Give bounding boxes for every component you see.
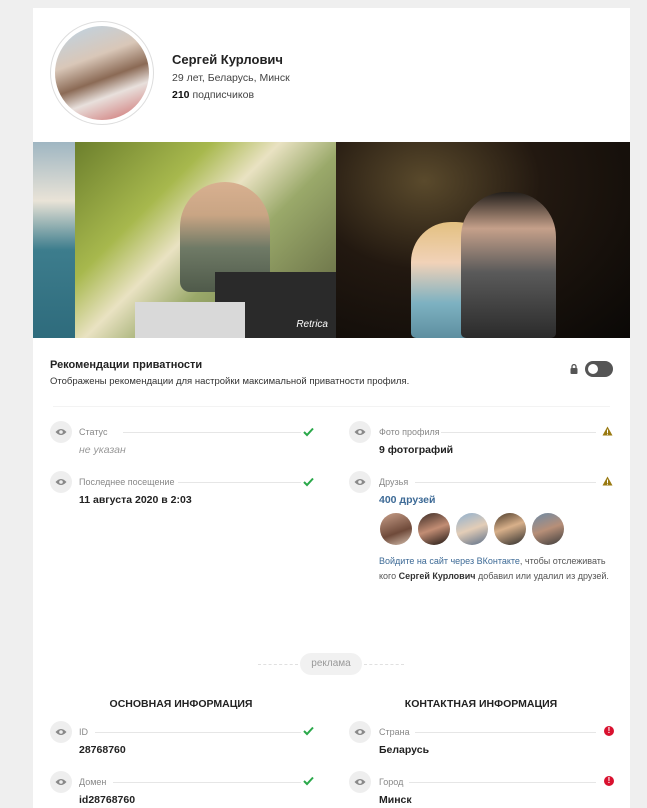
friends-tracking-note: Войдите на сайт через ВКонтакте, чтобы о… bbox=[379, 556, 609, 581]
error-icon: ! bbox=[604, 776, 614, 786]
field-value-country: Беларусь bbox=[379, 744, 430, 756]
avatar-photo bbox=[55, 26, 149, 120]
friend-avatar[interactable] bbox=[380, 513, 412, 545]
warning-icon bbox=[602, 426, 613, 436]
followers-count[interactable]: 210 подписчиков bbox=[172, 89, 254, 101]
eye-icon[interactable] bbox=[349, 771, 371, 793]
field-value-domain: id28768760 bbox=[79, 794, 136, 806]
friends-count-link[interactable]: 400 друзей bbox=[379, 494, 435, 506]
field-label-domain: Домен bbox=[79, 777, 107, 787]
vk-login-link[interactable]: Войдите на сайт через ВКонтакте bbox=[379, 556, 520, 566]
toggle-knob bbox=[588, 364, 598, 374]
field-value-id: 28768760 bbox=[79, 744, 126, 756]
friend-avatar[interactable] bbox=[456, 513, 488, 545]
warning-icon bbox=[602, 476, 613, 486]
eye-icon[interactable] bbox=[50, 421, 72, 443]
check-icon bbox=[303, 726, 314, 736]
photo-watermark: Retrica bbox=[296, 319, 328, 330]
error-icon: ! bbox=[604, 726, 614, 736]
photo-thumbnail[interactable] bbox=[33, 142, 75, 338]
note-profile-name: Сергей Курлович bbox=[398, 571, 476, 581]
field-value-city: Минск bbox=[379, 794, 412, 806]
profile-name: Сергей Курлович bbox=[172, 52, 283, 67]
field-label-country: Страна bbox=[379, 727, 410, 737]
section-title-basic: ОСНОВНАЯ ИНФОРМАЦИЯ bbox=[109, 698, 253, 710]
field-value-photo: 9 фотографий bbox=[379, 444, 454, 456]
friend-avatar[interactable] bbox=[418, 513, 450, 545]
photo-thumbnail[interactable] bbox=[336, 142, 630, 338]
eye-icon[interactable] bbox=[50, 471, 72, 493]
friend-avatar[interactable] bbox=[494, 513, 526, 545]
eye-icon[interactable] bbox=[50, 721, 72, 743]
field-value-status: не указан bbox=[79, 444, 126, 456]
profile-subtitle: 29 лет, Беларусь, Минск bbox=[172, 72, 290, 84]
eye-icon[interactable] bbox=[50, 771, 72, 793]
eye-icon[interactable] bbox=[349, 721, 371, 743]
divider bbox=[53, 406, 610, 407]
privacy-description: Отображены рекомендации для настройки ма… bbox=[50, 376, 410, 387]
check-icon bbox=[303, 477, 314, 487]
field-value-last-seen: 11 августа 2020 в 2:03 bbox=[79, 494, 192, 506]
field-label-friends: Друзья bbox=[379, 477, 409, 487]
check-icon bbox=[303, 427, 314, 437]
lock-icon bbox=[570, 364, 578, 374]
field-label-photo: Фото профиля bbox=[379, 427, 440, 437]
profile-card: Сергей Курлович 29 лет, Беларусь, Минск … bbox=[33, 8, 630, 808]
photo-thumbnail[interactable]: Retrica bbox=[75, 142, 336, 338]
check-icon bbox=[303, 776, 314, 786]
photo-strip: Retrica bbox=[33, 142, 630, 338]
friend-avatar[interactable] bbox=[532, 513, 564, 545]
field-label-last-seen: Последнее посещение bbox=[79, 477, 175, 487]
field-label-id: ID bbox=[79, 727, 88, 737]
privacy-toggle[interactable] bbox=[585, 361, 613, 377]
avatar[interactable] bbox=[51, 22, 153, 124]
field-label-status: Статус bbox=[79, 427, 108, 437]
eye-icon[interactable] bbox=[349, 471, 371, 493]
eye-icon[interactable] bbox=[349, 421, 371, 443]
followers-number: 210 bbox=[172, 89, 190, 101]
followers-label: подписчиков bbox=[192, 89, 255, 101]
privacy-title: Рекомендации приватности bbox=[50, 359, 203, 371]
ad-label: реклама bbox=[300, 653, 362, 675]
section-title-contact: КОНТАКТНАЯ ИНФОРМАЦИЯ bbox=[404, 698, 558, 710]
field-label-city: Город bbox=[379, 777, 404, 787]
